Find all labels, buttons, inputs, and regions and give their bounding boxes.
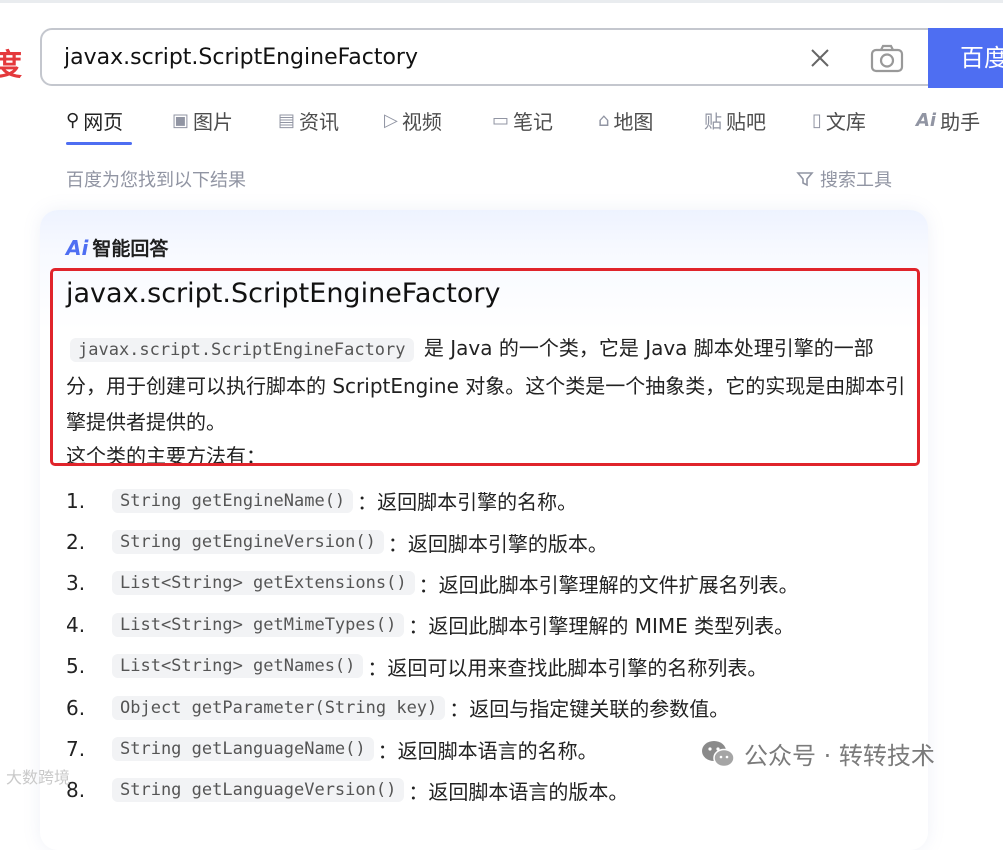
list-item: 3. List<String> getExtensions() ：返回此脚本引擎理解… bbox=[66, 563, 946, 604]
list-number: 1. bbox=[66, 488, 86, 513]
tab-video[interactable]: ▷ 视频 bbox=[384, 106, 442, 135]
inline-code: String getLanguageName() bbox=[112, 737, 374, 762]
inline-code: List<String> getMimeTypes() bbox=[112, 612, 405, 637]
list-number: 2. bbox=[66, 530, 86, 555]
ai-icon: Ai bbox=[916, 110, 937, 131]
ai-answer-label: 智能回答 bbox=[92, 238, 169, 260]
active-tab-indicator bbox=[66, 142, 132, 145]
list-number: 4. bbox=[66, 612, 86, 637]
search-tools-button[interactable]: 搜索工具 bbox=[796, 166, 892, 192]
close-icon[interactable] bbox=[808, 46, 832, 70]
watermark-text: 公众号 · 转转技术 bbox=[744, 742, 935, 770]
inline-code: List<String> getNames() bbox=[112, 654, 364, 679]
list-item: 4. List<String> getMimeTypes() ：返回此脚本引擎理解的… bbox=[66, 604, 946, 645]
filter-icon bbox=[796, 172, 814, 187]
tab-label: 文库 bbox=[825, 110, 866, 134]
list-item: 1. String getEngineName() ：返回脚本引擎的名称。 bbox=[66, 480, 946, 521]
search-tools-label: 搜索工具 bbox=[820, 170, 892, 191]
search-button[interactable]: 百度 bbox=[928, 28, 1003, 88]
method-desc: ：返回此脚本引擎理解的 MIME 类型列表。 bbox=[408, 614, 795, 639]
list-item: 6. Object getParameter(String key) ：返回与指定键… bbox=[66, 687, 946, 728]
tab-label: 笔记 bbox=[513, 110, 554, 134]
inline-code: String getLanguageVersion() bbox=[112, 778, 405, 803]
method-desc: ：返回脚本语言的版本。 bbox=[408, 779, 629, 804]
tab-label: 网页 bbox=[83, 110, 124, 134]
video-icon: ▷ bbox=[384, 110, 398, 131]
ai-logo-icon: Ai bbox=[66, 235, 89, 260]
results-hint: 百度为您找到以下结果 bbox=[66, 170, 246, 191]
tab-wenku[interactable]: ▯ 文库 bbox=[812, 106, 866, 135]
tab-news[interactable]: ▤ 资讯 bbox=[278, 106, 339, 135]
wechat-watermark: 公众号 · 转转技术 bbox=[700, 736, 935, 771]
method-desc: ：返回与指定键关联的参数值。 bbox=[449, 697, 730, 722]
list-number: 6. bbox=[66, 695, 86, 720]
tab-images[interactable]: ▣ 图片 bbox=[172, 106, 233, 135]
tab-label: 助手 bbox=[940, 110, 981, 134]
inline-code: Object getParameter(String key) bbox=[112, 695, 446, 720]
tab-tieba[interactable]: 贴 贴吧 bbox=[704, 106, 766, 135]
top-divider bbox=[0, 0, 1003, 3]
list-item: 8. String getLanguageVersion() ：返回脚本语言的版本。 bbox=[66, 770, 946, 811]
search-tabs: ⚲ 网页 ▣ 图片 ▤ 资讯 ▷ 视频 ▭ 笔记 ⌂ 地图 贴 贴吧 ▯ 文库 … bbox=[66, 106, 1003, 146]
tab-map[interactable]: ⌂ 地图 bbox=[598, 106, 653, 135]
search-box[interactable] bbox=[40, 28, 940, 86]
corner-watermark: 大数跨境 bbox=[6, 768, 71, 787]
tab-label: 地图 bbox=[613, 110, 654, 134]
news-icon: ▤ bbox=[278, 110, 296, 131]
inline-code: String getEngineVersion() bbox=[112, 530, 384, 555]
camera-icon[interactable] bbox=[870, 43, 904, 73]
baidu-logo-fragment[interactable]: 度 bbox=[0, 40, 22, 84]
ai-answer-header: Ai 智能回答 bbox=[66, 234, 168, 261]
tab-label: 贴吧 bbox=[726, 110, 766, 134]
tab-web[interactable]: ⚲ 网页 bbox=[66, 106, 123, 135]
tab-label: 视频 bbox=[401, 110, 442, 134]
list-number: 3. bbox=[66, 571, 86, 596]
inline-code: String getEngineName() bbox=[112, 488, 354, 513]
method-desc: ：返回可以用来查找此脚本引擎的名称列表。 bbox=[367, 655, 768, 680]
list-number: 5. bbox=[66, 654, 86, 679]
map-icon: ⌂ bbox=[598, 110, 610, 131]
list-number: 8. bbox=[66, 778, 86, 803]
image-icon: ▣ bbox=[172, 110, 190, 131]
list-item: 5. List<String> getNames() ：返回可以用来查找此脚本引擎的… bbox=[66, 646, 946, 687]
inline-code: List<String> getExtensions() bbox=[112, 571, 415, 596]
doc-icon: ▯ bbox=[812, 110, 822, 131]
method-desc: ：返回此脚本引擎理解的文件扩展名列表。 bbox=[418, 572, 799, 597]
tab-notes[interactable]: ▭ 笔记 bbox=[492, 106, 553, 135]
wechat-icon bbox=[702, 740, 735, 767]
tieba-icon: 贴 bbox=[704, 111, 722, 133]
list-item: 2. String getEngineVersion() ：返回脚本引擎的版本。 bbox=[66, 521, 946, 562]
search-input[interactable] bbox=[64, 42, 764, 72]
method-desc: ：返回脚本引擎的名称。 bbox=[357, 490, 578, 515]
red-highlight-box bbox=[50, 268, 920, 466]
tab-assistant[interactable]: Ai 助手 bbox=[916, 106, 980, 135]
method-desc: ：返回脚本语言的名称。 bbox=[377, 738, 598, 763]
method-desc: ：返回脚本引擎的版本。 bbox=[387, 531, 608, 556]
tab-label: 图片 bbox=[193, 110, 234, 134]
tab-label: 资讯 bbox=[299, 110, 340, 134]
note-icon: ▭ bbox=[492, 110, 510, 131]
list-number: 7. bbox=[66, 737, 86, 762]
search-icon: ⚲ bbox=[66, 110, 80, 131]
